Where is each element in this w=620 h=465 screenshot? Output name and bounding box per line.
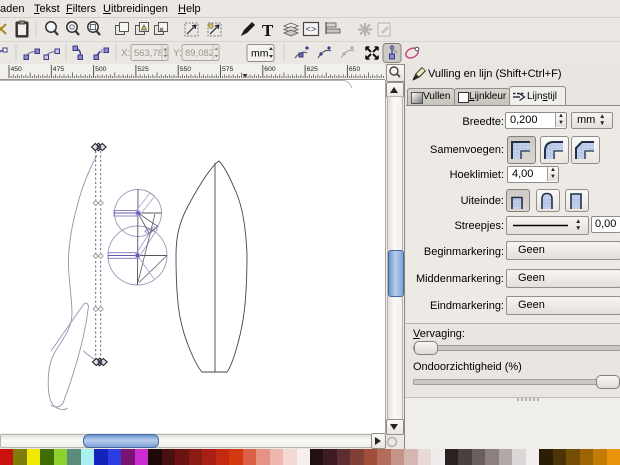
svg-text:650: 650: [349, 66, 361, 73]
svg-text:625: 625: [307, 66, 319, 73]
svg-text:525: 525: [137, 66, 149, 73]
svg-text:T: T: [262, 21, 274, 40]
svg-text:500: 500: [95, 66, 107, 73]
svg-text:Y:: Y:: [173, 48, 182, 59]
svg-text:600: 600: [264, 66, 276, 73]
svg-text:550: 550: [180, 66, 192, 73]
svg-text:450: 450: [11, 66, 23, 73]
svg-text:563,781: 563,781: [134, 48, 168, 59]
svg-text:575: 575: [222, 66, 234, 73]
svg-text:mm: mm: [251, 48, 269, 60]
svg-text:475: 475: [53, 66, 65, 73]
svg-text:X:: X:: [121, 48, 130, 59]
svg-text:<>: <>: [306, 25, 317, 35]
svg-text:89,082: 89,082: [185, 48, 214, 59]
